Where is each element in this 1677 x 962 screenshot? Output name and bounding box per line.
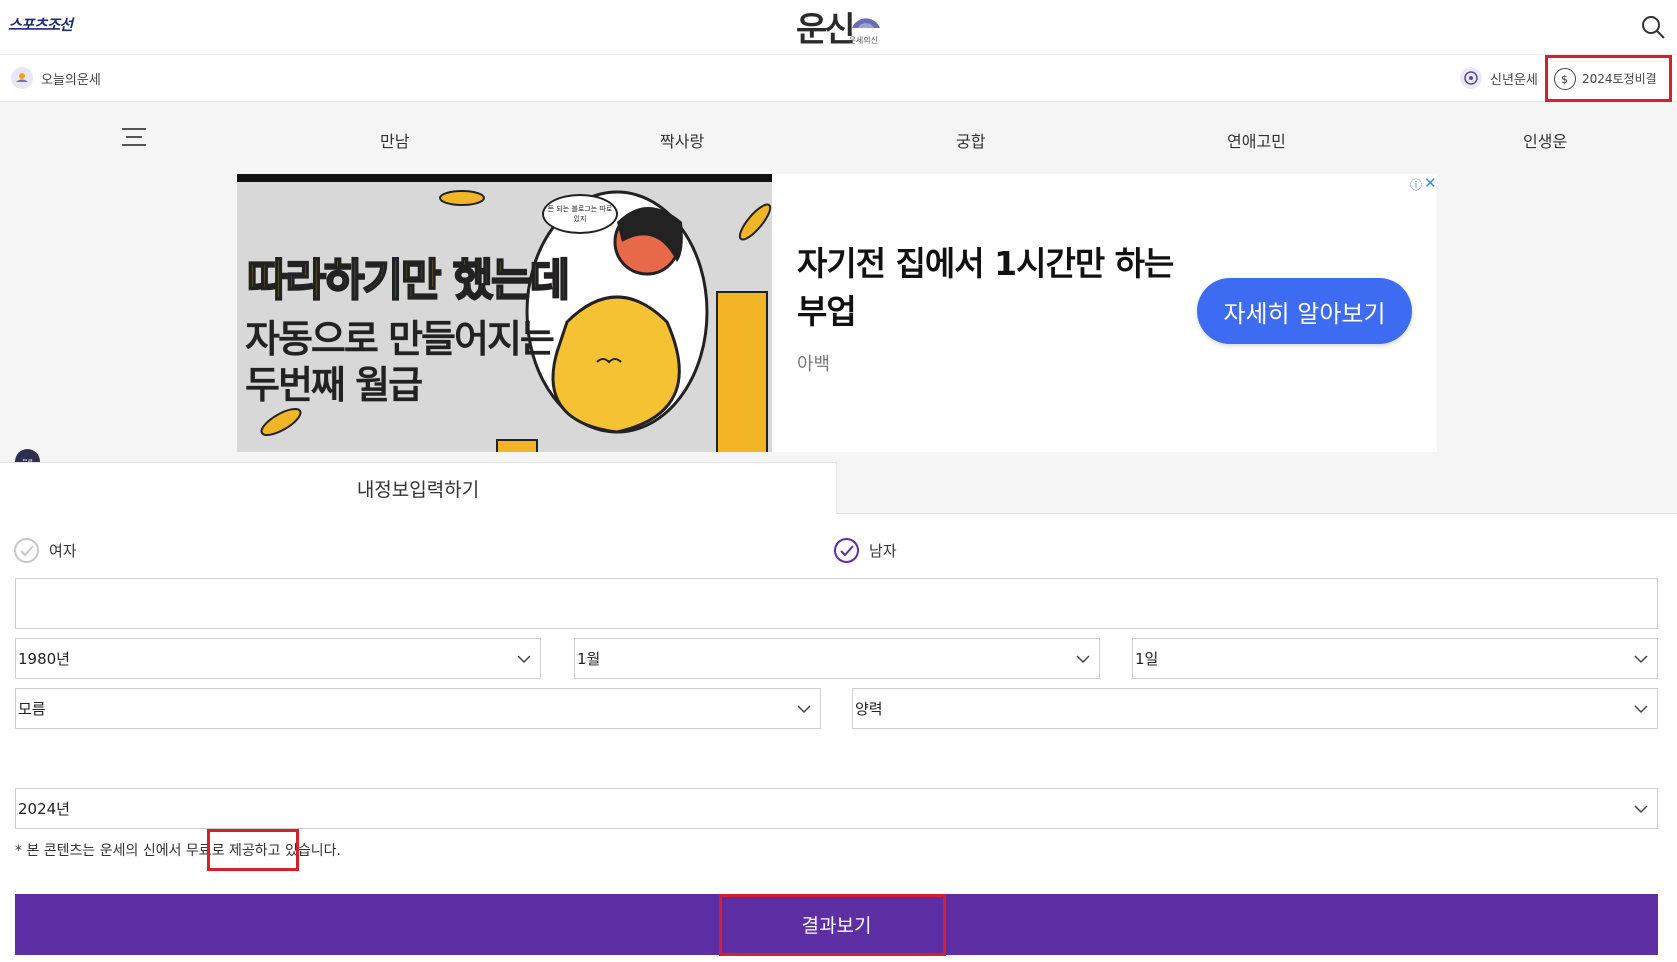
subnav-today-label: 오늘의운세 bbox=[41, 72, 101, 88]
gender-female-radio[interactable]: 여자 bbox=[14, 538, 77, 563]
hamburger-menu-icon[interactable] bbox=[122, 128, 146, 148]
birth-day-select[interactable]: 1일 bbox=[1132, 638, 1658, 679]
nav-item-crush[interactable]: 짝사랑 bbox=[660, 128, 704, 152]
ad-cta-button[interactable]: 자세히 알아보기 bbox=[1197, 278, 1412, 344]
birth-time-select[interactable]: 모름 bbox=[15, 688, 821, 729]
sub-nav-bar: 오늘의운세 신년운세 $ 2024토정비결 bbox=[0, 55, 1677, 102]
ad-image[interactable]: 돈 되는 블로그는 따로 있지 따라하기만 했는데 자동으로 만들어지는 두번째… bbox=[237, 174, 772, 452]
target-year-select[interactable]: 2024년 bbox=[15, 788, 1658, 829]
subnav-tojeong-label: 2024토정비결 bbox=[1582, 72, 1657, 86]
gender-male-label: 남자 bbox=[869, 542, 897, 560]
target-year-value: 2024년 bbox=[18, 800, 70, 818]
chevron-down-icon bbox=[797, 705, 811, 714]
chevron-down-icon bbox=[1634, 655, 1648, 664]
calendar-type-select[interactable]: 양력 bbox=[852, 688, 1658, 729]
male-check-icon bbox=[834, 538, 859, 563]
subnav-newyear-fortune[interactable]: 신년운세 bbox=[1460, 67, 1538, 89]
view-result-button[interactable]: 결과보기 bbox=[15, 894, 1658, 955]
subnav-tojeong[interactable]: $ 2024토정비결 bbox=[1545, 55, 1672, 102]
note-highlight-box bbox=[207, 829, 299, 871]
subnav-today-fortune[interactable]: 오늘의운세 bbox=[11, 67, 101, 89]
ad-speech-bubble: 돈 되는 블로그는 따로 있지 bbox=[542, 194, 618, 234]
logo-fan-icon bbox=[852, 18, 880, 28]
logo-text: 운신 bbox=[796, 10, 856, 50]
birth-day-value: 1일 bbox=[1135, 650, 1159, 668]
zodiac-icon bbox=[1460, 67, 1482, 89]
ad-sponsor: 아백 bbox=[797, 354, 831, 375]
name-input[interactable] bbox=[15, 578, 1658, 629]
form-tabs: 내정보입력하기 bbox=[0, 462, 1677, 514]
subnav-newyear-label: 신년운세 bbox=[1490, 72, 1538, 88]
nav-item-meeting[interactable]: 만남 bbox=[380, 128, 409, 152]
calendar-type-value: 양력 bbox=[855, 700, 883, 718]
gender-female-label: 여자 bbox=[49, 542, 77, 560]
nav-item-love-advice[interactable]: 연애고민 bbox=[1227, 128, 1286, 152]
coin-icon: $ bbox=[1554, 67, 1576, 90]
logo-subtitle: 운세의신 bbox=[848, 36, 879, 45]
birth-year-select[interactable]: 1980년 bbox=[15, 638, 541, 679]
search-icon[interactable] bbox=[1640, 14, 1666, 40]
weather-icon bbox=[11, 67, 33, 89]
brand-logo[interactable]: 스포츠조선 bbox=[8, 14, 73, 35]
birth-month-select[interactable]: 1월 bbox=[574, 638, 1100, 679]
chevron-down-icon bbox=[1076, 655, 1090, 664]
ad-close-icon[interactable]: ✕ bbox=[1424, 174, 1437, 192]
svg-text:$: $ bbox=[1561, 73, 1568, 86]
advertisement-banner[interactable]: 돈 되는 블로그는 따로 있지 따라하기만 했는데 자동으로 만들어지는 두번째… bbox=[237, 174, 1437, 452]
chevron-down-icon bbox=[1634, 805, 1648, 814]
female-check-icon bbox=[14, 538, 39, 563]
top-bar: 스포츠조선 운신 운세의신 bbox=[0, 0, 1677, 55]
birth-year-value: 1980년 bbox=[18, 650, 70, 668]
nav-item-life-fortune[interactable]: 인생운 bbox=[1523, 128, 1567, 152]
nav-item-compatibility[interactable]: 궁합 bbox=[956, 128, 985, 152]
chevron-down-icon bbox=[1634, 705, 1648, 714]
tab-my-info[interactable]: 내정보입력하기 bbox=[0, 462, 837, 514]
birth-time-value: 모름 bbox=[18, 700, 46, 718]
gender-male-radio[interactable]: 남자 bbox=[834, 538, 897, 563]
tab-other[interactable] bbox=[837, 462, 1677, 514]
chevron-down-icon bbox=[517, 655, 531, 664]
ad-image-headline: 따라하기만 했는데 bbox=[246, 254, 571, 307]
ad-info-icon[interactable]: ⓘ bbox=[1410, 176, 1422, 193]
ad-title[interactable]: 자기전 집에서 1시간만 하는부업 bbox=[797, 240, 1177, 336]
ad-image-line3: 두번째 월급 bbox=[245, 363, 423, 407]
birth-month-value: 1월 bbox=[577, 650, 601, 668]
site-logo[interactable]: 운신 운세의신 bbox=[796, 4, 880, 50]
